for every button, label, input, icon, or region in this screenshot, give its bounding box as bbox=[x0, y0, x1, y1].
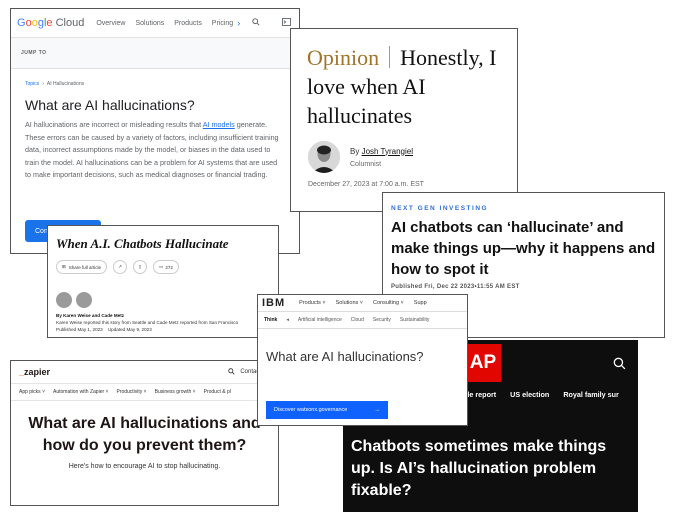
tab-ai[interactable]: Artificial intelligence bbox=[298, 317, 342, 323]
nav-products[interactable]: Products ˅ bbox=[299, 300, 325, 306]
chevron-left-icon[interactable]: ◂ bbox=[286, 317, 289, 323]
tab-think[interactable]: Think bbox=[264, 317, 277, 323]
google-cloud-logo[interactable]: Google Cloud bbox=[17, 17, 84, 29]
nav-support[interactable]: Supp bbox=[414, 300, 427, 306]
article-intro: AI hallucinations are incorrect or misle… bbox=[25, 120, 279, 179]
zapier-category-nav: App picks ˅ Automation with Zapier ˅ Pro… bbox=[11, 384, 278, 401]
share-full-article-button[interactable]: ⊞ Share full article bbox=[56, 260, 108, 274]
ibm-top-nav: IBM Products ˅ Solutions ˅ Consulting ˅ … bbox=[258, 295, 467, 312]
google-cloud-article-card: Google Cloud Overview Solutions Products… bbox=[10, 8, 300, 254]
byline: By Josh Tyrangiel Columnist bbox=[308, 141, 413, 173]
section-kicker[interactable]: NEXT GEN INVESTING bbox=[383, 193, 664, 212]
ibm-sub-nav: Think ◂ Artificial intelligence Cloud Se… bbox=[258, 312, 467, 329]
opinion-label: Opinion bbox=[307, 45, 380, 70]
breadcrumb-topics[interactable]: Topics bbox=[25, 81, 39, 87]
ai-models-link[interactable]: AI models bbox=[203, 120, 235, 129]
discover-watsonx-button[interactable]: Discover watsonx.governance → bbox=[266, 401, 388, 419]
publish-date: Published Fri, Dec 22 2023•11:55 AM EST bbox=[391, 284, 520, 290]
nav-productivity[interactable]: Productivity ˅ bbox=[116, 389, 146, 395]
nav-royal-family[interactable]: Royal family sur bbox=[563, 390, 619, 399]
search-icon[interactable] bbox=[613, 357, 626, 375]
opinion-headline: Opinion Honestly, I love when AI hallucin… bbox=[307, 45, 497, 128]
author-avatars bbox=[48, 274, 278, 312]
bookmark-icon[interactable]: ▯ bbox=[133, 260, 148, 274]
nav-item[interactable]: de report bbox=[465, 390, 496, 399]
zapier-top-nav: _zapier Contact Sa bbox=[11, 361, 278, 384]
nyt-article-card: When A.I. Chatbots Hallucinate ⊞ Share fu… bbox=[47, 225, 279, 338]
article-subhead: Here's how to encourage AI to stop hallu… bbox=[68, 463, 221, 470]
console-icon[interactable] bbox=[282, 18, 292, 28]
author-avatar[interactable] bbox=[308, 141, 340, 173]
article-headline: Chatbots sometimes make things up. Is AI… bbox=[351, 438, 607, 499]
arrow-right-icon: → bbox=[374, 407, 381, 413]
tab-sustainability[interactable]: Sustainability bbox=[400, 317, 429, 323]
search-icon[interactable] bbox=[252, 18, 260, 28]
nav-consulting[interactable]: Consulting ˅ bbox=[373, 300, 404, 306]
nav-us-election[interactable]: US election bbox=[510, 390, 549, 399]
nav-product[interactable]: Product & pl bbox=[204, 389, 231, 395]
nav-solutions[interactable]: Solutions bbox=[135, 20, 164, 27]
comments-button[interactable]: ▭ 272 bbox=[153, 260, 179, 274]
jump-to-bar[interactable]: JUMP TO bbox=[11, 38, 299, 69]
article-headline: What are AI hallucinations and how do yo… bbox=[28, 415, 261, 454]
page-title: What are AI hallucinations? bbox=[266, 349, 424, 364]
page-title: What are AI hallucinations? bbox=[25, 97, 195, 113]
article-headline: AI chatbots can ‘hallucinate’ and make t… bbox=[391, 219, 656, 278]
gift-icon: ⊞ bbox=[62, 264, 66, 269]
chevron-right-icon[interactable]: › bbox=[237, 18, 240, 28]
ibm-article-card: IBM Products ˅ Solutions ˅ Consulting ˅ … bbox=[257, 294, 468, 426]
author-role: Columnist bbox=[350, 160, 382, 168]
ap-nav: de report US election Royal family sur bbox=[465, 390, 631, 399]
nav-app-picks[interactable]: App picks ˅ bbox=[19, 389, 45, 395]
ap-logo[interactable]: AP bbox=[465, 344, 501, 382]
nav-solutions[interactable]: Solutions ˅ bbox=[336, 300, 363, 306]
google-cloud-top-nav: Google Cloud Overview Solutions Products… bbox=[11, 9, 299, 38]
publish-date: December 27, 2023 at 7:00 a.m. EST bbox=[308, 181, 424, 188]
reporting-note: Karen Weise reported this story from Sea… bbox=[56, 320, 239, 325]
comment-icon: ▭ bbox=[159, 264, 164, 269]
zapier-article-card: _zapier Contact Sa App picks ˅ Automatio… bbox=[10, 360, 279, 506]
tab-cloud[interactable]: Cloud bbox=[351, 317, 364, 323]
nav-automation[interactable]: Automation with Zapier ˅ bbox=[53, 389, 108, 395]
search-icon[interactable] bbox=[228, 367, 235, 377]
wapo-opinion-card: Opinion Honestly, I love when AI hallucin… bbox=[290, 28, 518, 212]
author-link[interactable]: Josh Tyrangiel bbox=[362, 147, 413, 156]
article-toolbar: ⊞ Share full article ↗ ▯ ▭ 272 bbox=[48, 260, 278, 274]
avatar[interactable] bbox=[56, 292, 72, 308]
zapier-logo[interactable]: _zapier bbox=[19, 367, 50, 377]
publish-dates: Published May 1, 2023 Updated May 9, 202… bbox=[56, 327, 152, 332]
share-icon[interactable]: ↗ bbox=[113, 260, 128, 274]
divider bbox=[389, 46, 391, 68]
nav-pricing[interactable]: Pricing bbox=[212, 20, 233, 27]
nav-business-growth[interactable]: Business growth ˅ bbox=[155, 389, 196, 395]
chevron-right-icon: › bbox=[42, 81, 44, 87]
nav-overview[interactable]: Overview bbox=[96, 20, 125, 27]
tab-security[interactable]: Security bbox=[373, 317, 391, 323]
byline: By Karen Weise and Cade Metz bbox=[56, 313, 125, 318]
nav-products[interactable]: Products bbox=[174, 20, 202, 27]
breadcrumb-current: AI Hallucinations bbox=[46, 81, 85, 87]
ibm-logo[interactable]: IBM bbox=[262, 297, 285, 309]
article-headline: When A.I. Chatbots Hallucinate bbox=[56, 236, 229, 251]
breadcrumb: Topics › AI Hallucinations bbox=[11, 69, 299, 87]
avatar[interactable] bbox=[76, 292, 92, 308]
